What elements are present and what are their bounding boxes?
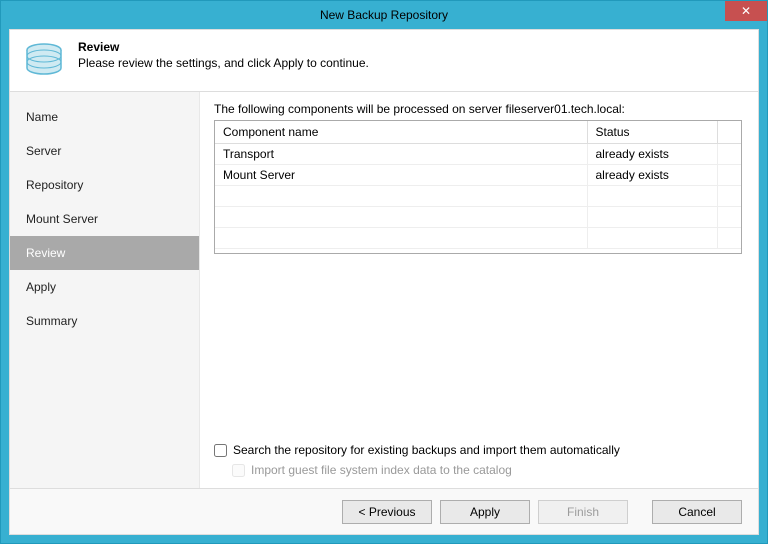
sidebar-item-review[interactable]: Review [10, 236, 199, 270]
intro-text: The following components will be process… [214, 102, 742, 116]
header-text: Review Please review the settings, and c… [78, 38, 746, 70]
table-row-empty: . [215, 185, 741, 206]
finish-button: Finish [538, 500, 628, 524]
window-title: New Backup Repository [320, 8, 448, 22]
checkbox-import-input [232, 464, 245, 477]
sidebar-item-repository[interactable]: Repository [10, 168, 199, 202]
main-panel: The following components will be process… [200, 92, 758, 488]
cell-status: already exists [587, 143, 717, 164]
content-area: Name Server Repository Mount Server Revi… [10, 92, 758, 488]
checkbox-import-index: Import guest file system index data to t… [214, 460, 742, 480]
sidebar-item-server[interactable]: Server [10, 134, 199, 168]
header: Review Please review the settings, and c… [10, 30, 758, 92]
components-table: Component name Status Transport already … [214, 120, 742, 254]
sidebar-item-summary[interactable]: Summary [10, 304, 199, 338]
table-header-row: Component name Status [215, 121, 741, 143]
checkbox-search-label: Search the repository for existing backu… [233, 443, 620, 457]
cell-component: Mount Server [215, 164, 587, 185]
titlebar: New Backup Repository ✕ [1, 1, 767, 29]
repository-icon [22, 38, 66, 82]
page-title: Review [78, 40, 746, 54]
sidebar-item-apply[interactable]: Apply [10, 270, 199, 304]
sidebar-item-name[interactable]: Name [10, 100, 199, 134]
table-row-empty: . [215, 227, 741, 248]
table-row-empty: . [215, 206, 741, 227]
col-status[interactable]: Status [587, 121, 717, 143]
sidebar-item-mount-server[interactable]: Mount Server [10, 202, 199, 236]
dialog-window: New Backup Repository ✕ Review Please re… [0, 0, 768, 544]
page-description: Please review the settings, and click Ap… [78, 54, 746, 70]
options-area: Search the repository for existing backu… [214, 440, 742, 488]
close-icon: ✕ [741, 4, 751, 18]
checkbox-import-label: Import guest file system index data to t… [251, 463, 512, 477]
cell-status: already exists [587, 164, 717, 185]
wizard-sidebar: Name Server Repository Mount Server Revi… [10, 92, 200, 488]
close-button[interactable]: ✕ [725, 1, 767, 21]
cancel-button[interactable]: Cancel [652, 500, 742, 524]
col-spacer [717, 121, 741, 143]
checkbox-search-input[interactable] [214, 444, 227, 457]
cell-component: Transport [215, 143, 587, 164]
table-row: Mount Server already exists [215, 164, 741, 185]
checkbox-search-repository[interactable]: Search the repository for existing backu… [214, 440, 742, 460]
previous-button[interactable]: < Previous [342, 500, 432, 524]
col-component-name[interactable]: Component name [215, 121, 587, 143]
window-body: Review Please review the settings, and c… [9, 29, 759, 535]
apply-button[interactable]: Apply [440, 500, 530, 524]
table-row: Transport already exists [215, 143, 741, 164]
button-bar: < Previous Apply Finish Cancel [10, 488, 758, 534]
